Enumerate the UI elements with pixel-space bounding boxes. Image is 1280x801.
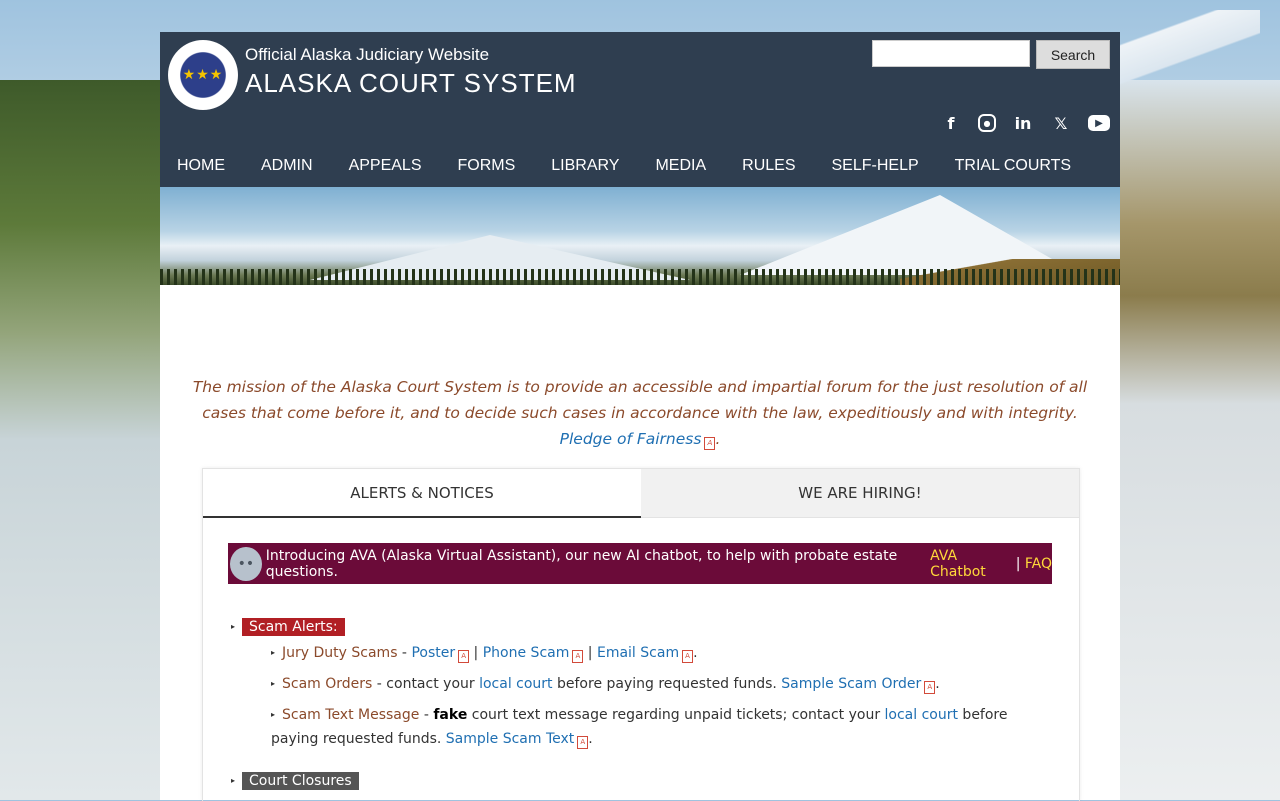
nav-forms[interactable]: FORMS bbox=[441, 150, 535, 187]
tab-bar: ALERTS & NOTICES WE ARE HIRING! bbox=[203, 469, 1079, 518]
alerts-panel: ALERTS & NOTICES WE ARE HIRING! •• Intro… bbox=[202, 468, 1080, 801]
ava-faq-link[interactable]: FAQ bbox=[1025, 556, 1052, 572]
ava-announcement: •• Introducing AVA (Alaska Virtual Assis… bbox=[228, 543, 1052, 584]
alerts-list: ▸ Scam Alerts: ▸ Jury Duty Scams - Poster A… bbox=[231, 618, 1051, 790]
pdf-icon: A bbox=[924, 681, 936, 694]
scam-alerts-heading: Scam Alerts: bbox=[242, 618, 345, 636]
robot-icon: •• bbox=[230, 546, 262, 581]
nav-home[interactable]: HOME bbox=[160, 150, 244, 187]
state-seal-logo[interactable]: ★★★ bbox=[168, 40, 238, 110]
email-scam-link[interactable]: Email Scam bbox=[597, 645, 679, 661]
bullet-icon: ▸ bbox=[231, 622, 236, 631]
list-item: ▸ Jury Duty Scams - Poster A | Phone Scam A… bbox=[271, 645, 698, 663]
court-closures-heading[interactable]: Court Closures bbox=[242, 772, 359, 790]
nav-trial-courts[interactable]: TRIAL COURTS bbox=[938, 150, 1090, 187]
linkedin-icon[interactable]: in bbox=[1012, 112, 1034, 134]
mountain-banner bbox=[160, 187, 1120, 285]
ava-chatbot-link[interactable]: AVA Chatbot bbox=[930, 548, 1011, 580]
youtube-icon[interactable]: ▶ bbox=[1088, 115, 1110, 131]
pdf-icon: A bbox=[458, 650, 470, 663]
tab-alerts-notices[interactable]: ALERTS & NOTICES bbox=[203, 469, 641, 518]
sample-scam-order-link[interactable]: Sample Scam Order bbox=[781, 676, 921, 692]
pdf-icon: A bbox=[682, 650, 694, 663]
x-icon[interactable]: 𝕏 bbox=[1050, 112, 1072, 134]
facebook-icon[interactable]: f bbox=[940, 112, 962, 134]
site-title[interactable]: ALASKA COURT SYSTEM bbox=[245, 68, 577, 99]
background-left bbox=[0, 80, 170, 800]
site-header: ★★★ Official Alaska Judiciary Website AL… bbox=[160, 32, 1120, 187]
background-right bbox=[1110, 80, 1280, 800]
tab-we-are-hiring[interactable]: WE ARE HIRING! bbox=[641, 469, 1079, 518]
phone-scam-link[interactable]: Phone Scam bbox=[483, 645, 570, 661]
poster-link[interactable]: Poster bbox=[411, 645, 455, 661]
nav-library[interactable]: LIBRARY bbox=[534, 150, 638, 187]
pledge-of-fairness-link[interactable]: Pledge of Fairness bbox=[560, 430, 702, 448]
sample-scam-text-link[interactable]: Sample Scam Text bbox=[446, 731, 575, 747]
scam-sublist: ▸ Jury Duty Scams - Poster A | Phone Scam A… bbox=[271, 641, 1051, 751]
nav-rules[interactable]: RULES bbox=[725, 150, 814, 187]
local-court-link[interactable]: local court bbox=[885, 707, 958, 723]
site-subtitle: Official Alaska Judiciary Website bbox=[245, 45, 490, 64]
main-nav: HOME ADMIN APPEALS FORMS LIBRARY MEDIA R… bbox=[160, 150, 1120, 187]
pdf-icon: A bbox=[704, 437, 716, 450]
pdf-icon: A bbox=[577, 736, 589, 749]
nav-media[interactable]: MEDIA bbox=[638, 150, 725, 187]
list-item: ▸ Scam Orders - contact your local court … bbox=[271, 676, 940, 694]
search-button[interactable]: Search bbox=[1036, 40, 1110, 69]
ava-separator: | bbox=[1015, 555, 1021, 572]
nav-self-help[interactable]: SELF-HELP bbox=[815, 150, 938, 187]
social-links: f ● in 𝕏 ▶ bbox=[940, 112, 1110, 134]
instagram-icon[interactable]: ● bbox=[978, 114, 996, 132]
bullet-icon: ▸ bbox=[231, 776, 236, 785]
list-item: ▸ Scam Text Message - fake court text mes… bbox=[271, 707, 1008, 749]
page-container: ★★★ Official Alaska Judiciary Website AL… bbox=[160, 32, 1120, 801]
ava-text: Introducing AVA (Alaska Virtual Assistan… bbox=[265, 547, 898, 580]
local-court-link[interactable]: local court bbox=[479, 676, 552, 692]
pdf-icon: A bbox=[572, 650, 584, 663]
list-item-scam-alerts: ▸ Scam Alerts: bbox=[231, 618, 1051, 636]
mission-statement: The mission of the Alaska Court System i… bbox=[192, 378, 1088, 450]
list-item-court-closures: ▸ Court Closures bbox=[231, 772, 1051, 790]
nav-appeals[interactable]: APPEALS bbox=[332, 150, 441, 187]
nav-admin[interactable]: ADMIN bbox=[244, 150, 332, 187]
search-input[interactable] bbox=[872, 40, 1030, 67]
mission-text: The mission of the Alaska Court System i… bbox=[192, 378, 1088, 422]
